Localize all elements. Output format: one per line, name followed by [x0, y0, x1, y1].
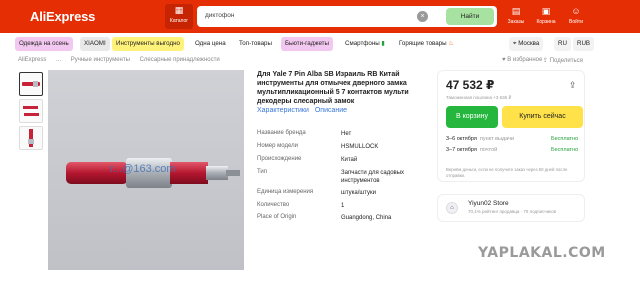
store-rating: 70,1% рейтинг продавца · 75 подписчиков: [468, 209, 557, 214]
search-value: диктофон: [205, 12, 235, 19]
category-chip[interactable]: Одежда на осень: [15, 37, 73, 51]
category-chip[interactable]: XIAOMI: [80, 37, 110, 51]
delivery-option[interactable]: 3–6 октября пункт выдачи: [446, 136, 514, 142]
cart-button[interactable]: ▣ Корзина: [533, 5, 559, 29]
location-selector[interactable]: ⌖ Москва: [509, 37, 544, 51]
category-chip[interactable]: Бьюти-гаджеты: [281, 37, 333, 51]
spec-name: Происхождение: [257, 156, 302, 162]
tab-description[interactable]: Описание: [315, 107, 347, 114]
share-icon[interactable]: ⇪: [569, 80, 577, 91]
spec-value: HSMULLOCK: [341, 144, 379, 150]
category-chip[interactable]: Инструменты выгодно: [112, 37, 184, 51]
grid-icon: ▦: [174, 5, 184, 15]
buyer-protection-note: Вернём деньги, если не получите заказ че…: [446, 167, 568, 178]
store-card[interactable]: [437, 194, 585, 222]
store-icon: ⌂: [446, 202, 458, 214]
delivery-option[interactable]: 3–7 октября почтой: [446, 147, 497, 153]
lock-pick-thumb-icon: [22, 81, 40, 87]
gallery-thumbnail[interactable]: [19, 126, 43, 150]
currency-selector[interactable]: RUB: [573, 37, 595, 51]
product-tabs: Характеристики Описание: [257, 107, 351, 114]
delivery-cost: Бесплатно: [551, 136, 579, 142]
image-watermark-email: r...@163.com: [110, 163, 176, 175]
search-button[interactable]: Найти: [446, 8, 494, 25]
delivery-cost: Бесплатно: [551, 147, 579, 153]
cart-icon: ▣: [541, 6, 551, 16]
gallery-thumbnail[interactable]: [19, 99, 43, 123]
product-price: 47 532 ₽: [446, 78, 495, 92]
user-icon: ☺: [571, 6, 581, 16]
spec-value: Китай: [341, 157, 358, 163]
store-name[interactable]: Yiyun02 Store: [468, 200, 509, 207]
lock-pick-thumb-icon: [23, 106, 39, 116]
category-chip[interactable]: Одна цена: [191, 37, 230, 51]
spec-value: штука/штуки: [341, 190, 376, 196]
lock-pick-thumb-icon: [28, 129, 34, 147]
spec-name: Place of Origin: [257, 214, 297, 220]
customs-duty-note: Таможенная пошлина +3 636 ₽: [446, 95, 512, 100]
share-icon: ⇪: [543, 58, 550, 64]
favorites-button[interactable]: ♥ В избранное: [502, 57, 542, 63]
category-chip[interactable]: Смартфоны ▮: [341, 37, 389, 51]
language-selector[interactable]: RU: [554, 37, 571, 51]
spec-value: Запчасти для садовых инструментов: [341, 170, 405, 184]
orders-button[interactable]: ▤ Заказы: [503, 5, 529, 29]
spec-value: Guangdong, China: [341, 215, 392, 221]
spec-value: Нет: [341, 131, 352, 137]
breadcrumb-item[interactable]: Ручные инструменты: [71, 57, 130, 63]
clear-search-icon[interactable]: ×: [417, 11, 428, 22]
breadcrumb-item[interactable]: Слесарные принадлежности: [140, 57, 220, 63]
product-title: Для Yale 7 Pin Alba SB Израиль RB Китай …: [257, 71, 409, 105]
orders-icon: ▤: [511, 6, 521, 16]
phone-icon: ▮: [379, 40, 385, 47]
spec-name: Количество: [257, 202, 290, 208]
category-chip[interactable]: Топ-товары: [235, 37, 276, 51]
category-chip[interactable]: Горящие товары ♨: [395, 37, 458, 51]
aliexpress-logo[interactable]: AliExpress: [30, 9, 95, 24]
breadcrumb: AliExpress ... Ручные инструменты Слесар…: [18, 57, 228, 63]
breadcrumb-item[interactable]: AliExpress: [18, 57, 46, 63]
spec-name: Единица измерения: [257, 189, 314, 195]
site-watermark: YAPLAKAL.COM: [478, 245, 606, 261]
gallery-thumbnail[interactable]: [19, 72, 43, 96]
add-to-cart-button[interactable]: В корзину: [446, 106, 498, 128]
buy-now-button[interactable]: Купить сейчас: [502, 106, 583, 128]
breadcrumb-item[interactable]: ...: [56, 57, 61, 63]
spec-name: Тип: [257, 169, 268, 175]
catalog-button[interactable]: ▦ Каталог: [165, 4, 193, 29]
fire-icon: ♨: [446, 40, 454, 47]
tab-specs[interactable]: Характеристики: [257, 107, 309, 114]
account-button[interactable]: ☺ Войти: [563, 5, 589, 29]
spec-name: Номер модели: [257, 143, 298, 149]
spec-name: Название бренда: [257, 130, 306, 136]
spec-value: 1: [341, 203, 345, 209]
share-button[interactable]: ⇪ Поделиться: [543, 57, 583, 64]
